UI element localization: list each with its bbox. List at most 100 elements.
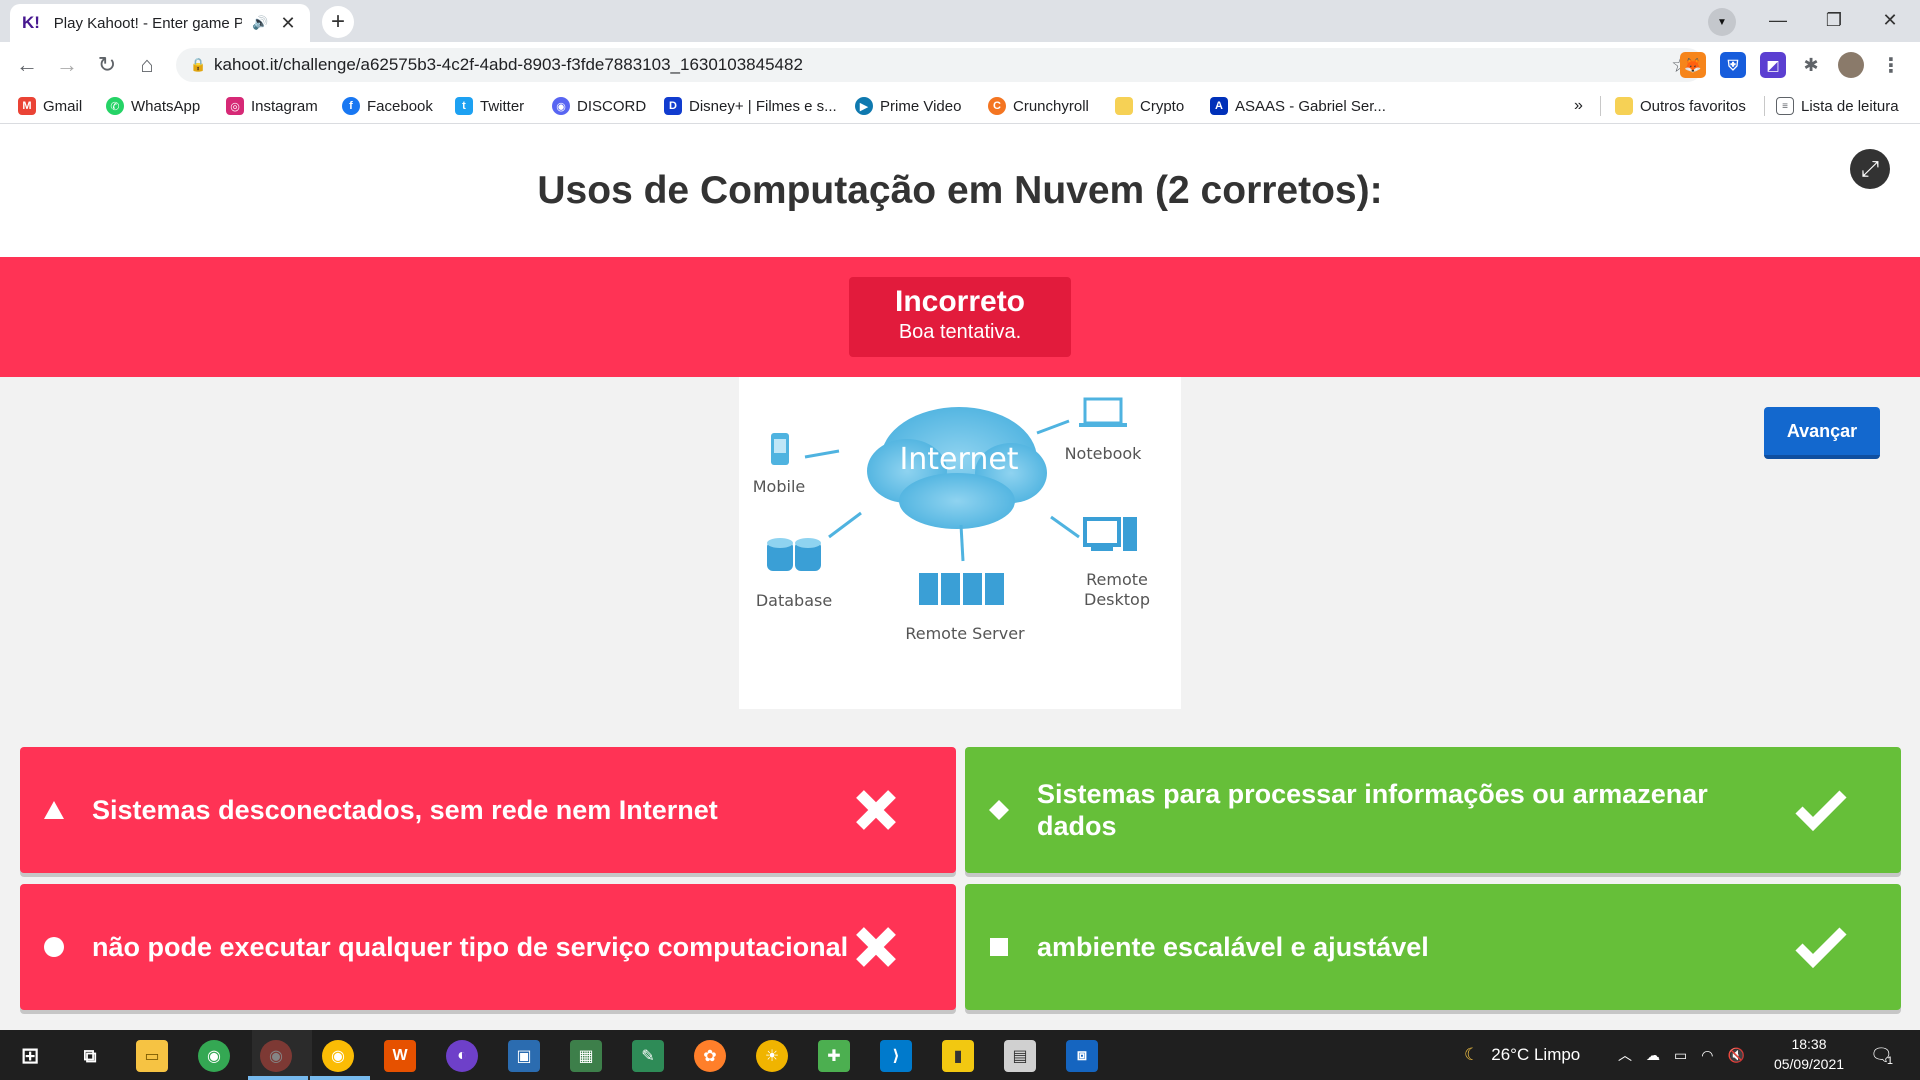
divider — [1600, 96, 1601, 116]
battery-icon[interactable]: ▭ — [1674, 1047, 1687, 1064]
square-icon — [987, 935, 1011, 959]
bookmark-label: ASAAS - Gabriel Ser... — [1235, 97, 1386, 115]
tab-title: Play Kahoot! - Enter game PIN — [53, 14, 242, 32]
installer-app-icon[interactable]: ▤ — [1004, 1040, 1036, 1072]
vscode-icon[interactable]: ⟩ — [880, 1040, 912, 1072]
toolkit-app-icon[interactable]: ✚ — [818, 1040, 850, 1072]
prime-video-icon: ▶ — [855, 97, 873, 115]
speaker-icon[interactable]: 🔊 — [252, 15, 268, 31]
url-text: kahoot.it/challenge/a62575b3-4c2f-4abd-8… — [214, 55, 803, 74]
bitwarden-extension-icon[interactable]: ⛨ — [1720, 52, 1746, 78]
wifi-icon[interactable]: ◠ — [1701, 1047, 1713, 1064]
active-indicator — [248, 1076, 308, 1080]
notebook-base — [1079, 423, 1127, 427]
task-view-icon[interactable]: ⧉ — [74, 1040, 106, 1072]
checkmark-icon — [1793, 782, 1849, 838]
address-bar[interactable]: 🔒 kahoot.it/challenge/a62575b3-4c2f-4abd… — [176, 48, 1704, 82]
bookmark-twitter[interactable]: t Twitter — [455, 94, 524, 118]
bookmarks-overflow-button[interactable]: » — [1574, 94, 1583, 118]
bookmark-other-favorites[interactable]: Outros favoritos — [1615, 94, 1746, 118]
answer-green-square[interactable]: ambiente escalável e ajustável — [965, 884, 1901, 1010]
chrome-active-icon[interactable]: ◉ — [322, 1040, 354, 1072]
fullscreen-button[interactable]: ⤢ — [1850, 149, 1890, 189]
bookmark-label: Instagram — [251, 97, 318, 115]
arrow-icon — [959, 524, 965, 562]
extensions-puzzle-icon[interactable]: ✱ — [1798, 52, 1824, 78]
clock[interactable]: 18:38 05/09/2021 — [1764, 1034, 1854, 1074]
bookmark-discord[interactable]: ◉ DISCORD — [552, 94, 646, 118]
answer-red-triangle[interactable]: Sistemas desconectados, sem rede nem Int… — [20, 747, 956, 873]
tab-search-button[interactable]: ▼ — [1708, 8, 1736, 36]
arrow-icon — [1050, 515, 1080, 539]
close-window-button[interactable]: ✕ — [1862, 0, 1918, 40]
chevron-down-icon: ▼ — [1717, 16, 1727, 28]
bookmark-whatsapp[interactable]: ✆ WhatsApp — [106, 94, 200, 118]
powerbi-icon[interactable]: ▮ — [942, 1040, 974, 1072]
paint-app-icon[interactable]: ✿ — [694, 1040, 726, 1072]
weather-app-icon[interactable]: ☀ — [756, 1040, 788, 1072]
cloud-icon[interactable]: ☁ — [1646, 1047, 1660, 1064]
notebook-label: Notebook — [1065, 444, 1143, 463]
bookmark-gmail[interactable]: M Gmail — [18, 94, 82, 118]
bookmark-label: DISCORD — [577, 97, 647, 115]
browser-tab-kahoot[interactable]: K! Play Kahoot! - Enter game PIN 🔊 ✕ — [10, 4, 310, 42]
bookmark-label: Outros favoritos — [1640, 97, 1746, 115]
reading-list-button[interactable]: ≡ Lista de leitura — [1776, 94, 1899, 118]
reload-button[interactable]: ↻ — [92, 50, 122, 80]
remote-app-icon[interactable]: ⧈ — [1066, 1040, 1098, 1072]
bookmark-asaas[interactable]: A ASAAS - Gabriel Ser... — [1210, 94, 1386, 118]
home-button[interactable]: ⌂ — [132, 50, 162, 80]
server-icon — [919, 573, 1004, 605]
bookmark-facebook[interactable]: f Facebook — [342, 94, 433, 118]
back-button[interactable]: ← — [12, 50, 42, 80]
profile-avatar[interactable] — [1838, 52, 1864, 78]
bookmark-disney[interactable]: D Disney+ | Filmes e s... — [664, 94, 837, 118]
answer-text: Sistemas desconectados, sem rede nem Int… — [92, 795, 718, 825]
answer-blue-diamond[interactable]: Sistemas para processar informações ou a… — [965, 747, 1901, 873]
fullscreen-icon: ⤢ — [1861, 156, 1879, 181]
bookmark-crunchyroll[interactable]: C Crunchyroll — [988, 94, 1089, 118]
kahoot-page: Usos de Computação em Nuvem (2 corretos)… — [0, 125, 1920, 1031]
minimize-button[interactable]: — — [1750, 0, 1806, 40]
restore-button[interactable]: ❐ — [1806, 0, 1862, 40]
bookmark-label: Crypto — [1140, 97, 1185, 115]
notifications-button[interactable]: 🗨 1 — [1870, 1030, 1893, 1080]
bookmark-prime-video[interactable]: ▶ Prime Video — [855, 94, 961, 118]
menu-kebab-icon[interactable]: ⋮ — [1878, 52, 1904, 78]
bookmark-label: WhatsApp — [131, 97, 201, 115]
browser-toolbar: ← → ↻ ⌂ 🔒 kahoot.it/challenge/a62575b3-4… — [0, 42, 1920, 88]
file-explorer-icon[interactable]: ▭ — [136, 1040, 168, 1072]
weather-widget[interactable]: ☾ 26°C Limpo — [1464, 1030, 1580, 1080]
system-tray: ︿ ☁ ▭ ◠ 🔇 — [1618, 1030, 1745, 1080]
bookmark-label: Gmail — [43, 97, 83, 115]
answer-yellow-circle[interactable]: não pode executar qualquer tipo de servi… — [20, 884, 956, 1010]
utility-app-icon[interactable]: ▦ — [570, 1040, 602, 1072]
next-button[interactable]: Avançar — [1764, 407, 1880, 459]
answer-text: não pode executar qualquer tipo de servi… — [92, 932, 849, 962]
bookmark-label: Facebook — [367, 97, 433, 115]
new-tab-button[interactable]: + — [322, 6, 354, 38]
cast-extension-icon[interactable]: ◩ — [1760, 52, 1786, 78]
forward-button[interactable]: → — [52, 50, 82, 80]
windows-start-icon[interactable]: ⊞ — [14, 1040, 46, 1072]
asaas-icon: A — [1210, 97, 1228, 115]
metamask-extension-icon[interactable]: 🦊 — [1680, 52, 1706, 78]
tab-close-icon[interactable]: ✕ — [278, 13, 298, 34]
network-app-icon[interactable]: ▣ — [508, 1040, 540, 1072]
github-desktop-icon[interactable]: ◐ — [446, 1040, 478, 1072]
bookmark-label: Lista de leitura — [1801, 97, 1899, 115]
bookmark-crypto-folder[interactable]: Crypto — [1115, 94, 1184, 118]
bookmark-label: Twitter — [480, 97, 525, 115]
chrome-icon[interactable]: ◉ — [198, 1040, 230, 1072]
question-header: Usos de Computação em Nuvem (2 corretos)… — [0, 125, 1920, 257]
bookmark-instagram[interactable]: ◎ Instagram — [226, 94, 318, 118]
editor-app-icon[interactable]: ✎ — [632, 1040, 664, 1072]
mute-speaker-icon[interactable]: 🔇 — [1727, 1047, 1744, 1064]
chevron-up-icon[interactable]: ︿ — [1618, 1045, 1632, 1065]
winrar-icon[interactable]: W — [384, 1040, 416, 1072]
tab-strip: K! Play Kahoot! - Enter game PIN 🔊 ✕ + ▼… — [0, 0, 1920, 42]
lock-icon[interactable]: 🔒 — [190, 57, 214, 73]
question-title: Usos de Computação em Nuvem (2 corretos)… — [537, 169, 1383, 212]
twitter-icon: t — [455, 97, 473, 115]
question-image: Internet Mobile Notebook Database Remote… — [739, 377, 1181, 709]
